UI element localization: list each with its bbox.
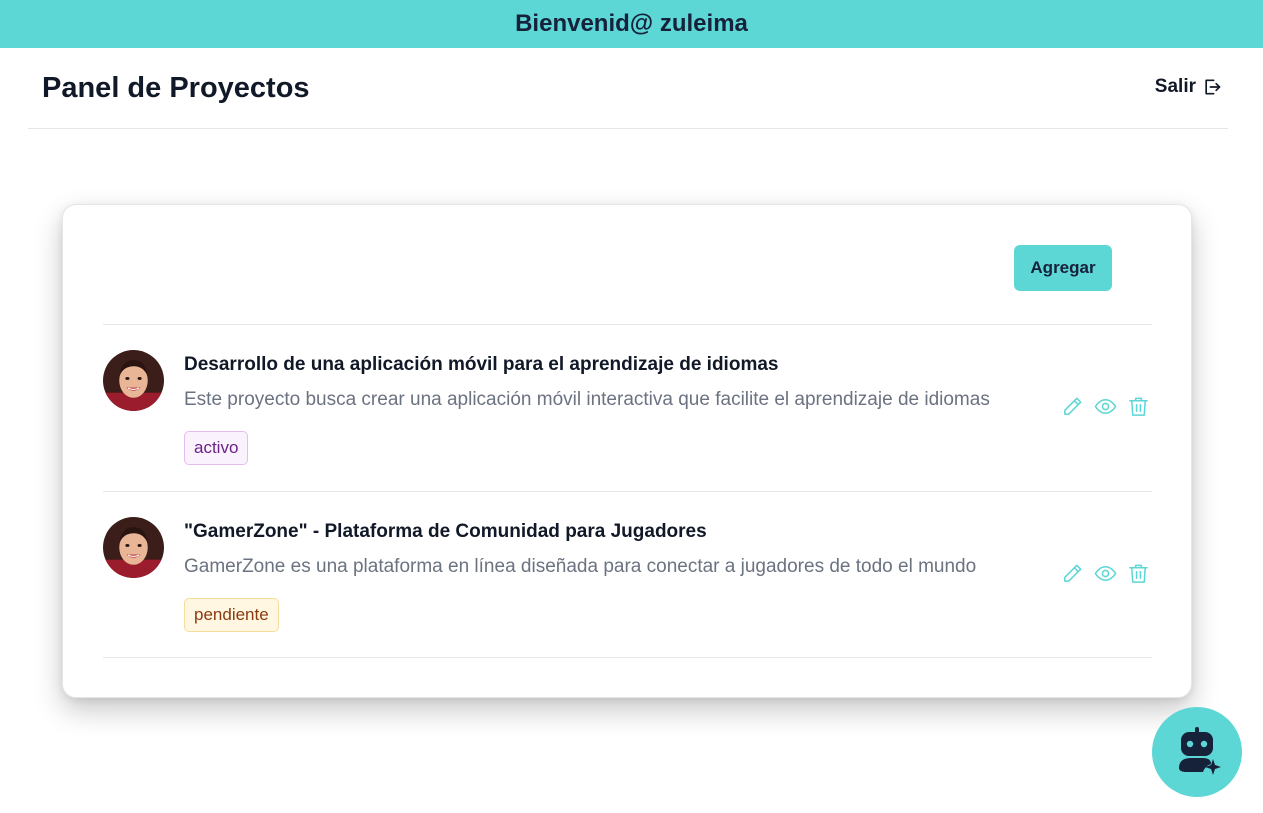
divider (103, 657, 1152, 658)
trash-icon[interactable] (1127, 395, 1150, 418)
project-item: "GamerZone" - Plataforma de Comunidad pa… (103, 492, 1152, 658)
project-item: Desarrollo de una aplicación móvil para … (103, 325, 1152, 491)
logout-icon (1205, 79, 1221, 95)
page-header: Panel de Proyectos Salir (28, 48, 1228, 129)
project-actions (1061, 395, 1150, 418)
robot-icon (1179, 727, 1221, 775)
avatar (103, 350, 164, 411)
project-description: GamerZone es una plataforma en línea dis… (184, 556, 977, 577)
trash-icon[interactable] (1127, 562, 1150, 585)
project-description: Este proyecto busca crear una aplicación… (184, 389, 990, 410)
eye-icon[interactable] (1094, 395, 1117, 418)
logout-label: Salir (1154, 76, 1196, 97)
page-title: Panel de Proyectos (42, 72, 310, 104)
status-badge: pendiente (184, 598, 279, 632)
pencil-icon[interactable] (1061, 395, 1084, 418)
assistant-button[interactable] (1152, 707, 1242, 797)
avatar (103, 517, 164, 578)
project-actions (1061, 562, 1150, 585)
project-title[interactable]: Desarrollo de una aplicación móvil para … (184, 354, 778, 376)
welcome-text: Bienvenid@ zuleima (515, 10, 748, 37)
eye-icon[interactable] (1094, 562, 1117, 585)
projects-card: Agregar Desarrollo de una aplicación móv… (62, 204, 1192, 698)
add-project-button[interactable]: Agregar (1014, 245, 1112, 291)
welcome-banner: Bienvenid@ zuleima (0, 0, 1263, 48)
status-badge: activo (184, 431, 249, 465)
pencil-icon[interactable] (1061, 562, 1084, 585)
logout-button[interactable]: Salir (1155, 76, 1222, 98)
project-title[interactable]: "GamerZone" - Plataforma de Comunidad pa… (184, 521, 707, 543)
